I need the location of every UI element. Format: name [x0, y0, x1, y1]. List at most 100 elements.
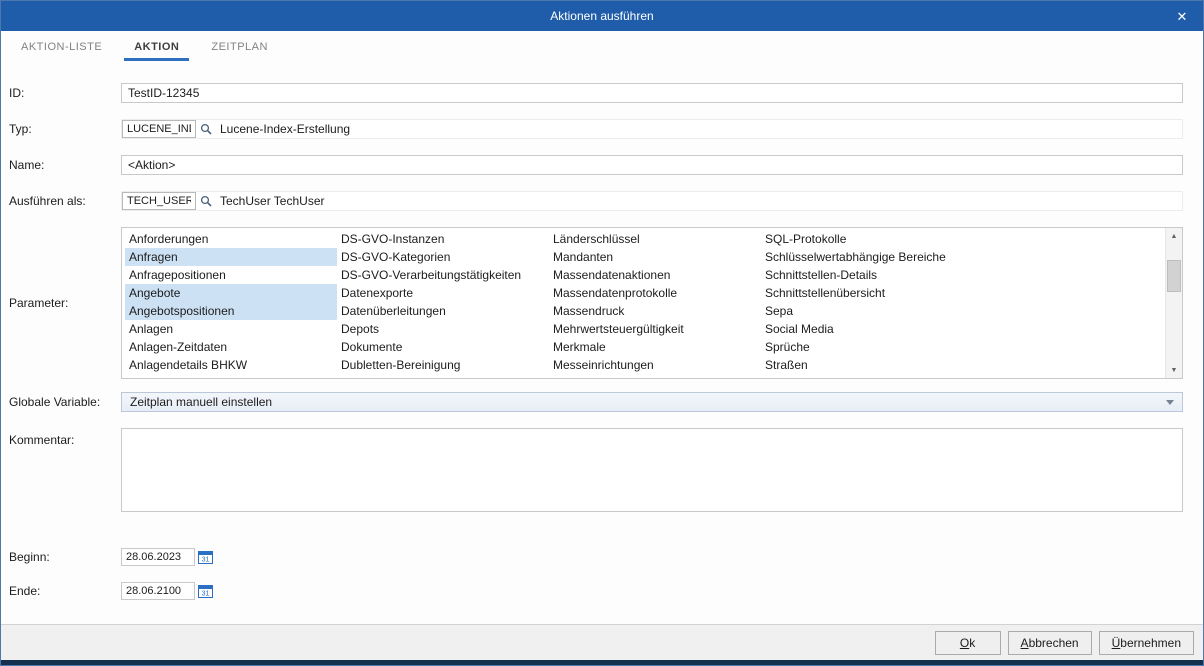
- title-bar: Aktionen ausführen ✕: [1, 1, 1203, 31]
- uebernehmen-button-accesskey: Ü: [1112, 636, 1121, 650]
- name-input[interactable]: [121, 155, 1183, 175]
- close-button[interactable]: ✕: [1167, 1, 1197, 31]
- parameter-item[interactable]: SQL-Protokolle: [761, 230, 973, 248]
- ok-button-accesskey: O: [960, 636, 969, 650]
- scrollbar-thumb[interactable]: [1167, 260, 1181, 292]
- footer-bar: Ok Abbrechen Übernehmen: [1, 624, 1203, 660]
- beginn-calendar-button[interactable]: 31: [198, 550, 213, 564]
- parameter-item[interactable]: DS-GVO-Instanzen: [337, 230, 549, 248]
- parameter-column: AnforderungenAnfragenAnfragepositionenAn…: [125, 230, 337, 378]
- ausfuehren-als-display-text: TechUser TechUser: [220, 194, 324, 208]
- globale-variable-row: Globale Variable: Zeitplan manuell einst…: [9, 392, 1183, 412]
- parameter-item[interactable]: Mieteinheiten: [549, 374, 761, 378]
- search-icon: [200, 195, 213, 208]
- parameter-item[interactable]: Streitfälle: [761, 374, 973, 378]
- parameter-item[interactable]: Straßen: [761, 356, 973, 374]
- parameter-item[interactable]: DS-GVO-Verarbeitungstätigkeiten: [337, 266, 549, 284]
- kommentar-row: Kommentar:: [9, 428, 1183, 512]
- parameter-item[interactable]: Länderschlüssel: [549, 230, 761, 248]
- ausfuehren-als-label: Ausführen als:: [9, 194, 121, 208]
- globale-variable-label: Globale Variable:: [9, 395, 121, 409]
- window-title: Aktionen ausführen: [550, 9, 653, 23]
- typ-label: Typ:: [9, 122, 121, 136]
- beginn-label: Beginn:: [9, 550, 121, 564]
- parameter-item[interactable]: Anfragen: [125, 248, 337, 266]
- globale-variable-value: Zeitplan manuell einstellen: [130, 395, 272, 409]
- parameter-item[interactable]: Sprüche: [761, 338, 973, 356]
- ausfuehren-als-lookup-button[interactable]: [196, 192, 216, 210]
- globale-variable-dropdown[interactable]: Zeitplan manuell einstellen: [121, 392, 1183, 412]
- typ-code-input[interactable]: [122, 120, 196, 138]
- parameter-item[interactable]: Dubletten-Bereinigung: [337, 356, 549, 374]
- parameter-item[interactable]: Anlagendetails BHKW: [125, 356, 337, 374]
- id-label: ID:: [9, 86, 121, 100]
- parameter-item[interactable]: Massendruck: [549, 302, 761, 320]
- tab-zeitplan[interactable]: ZEITPLAN: [201, 35, 278, 61]
- parameter-item[interactable]: Massendatenaktionen: [549, 266, 761, 284]
- ende-date-input[interactable]: [121, 582, 195, 600]
- ok-button-label: k: [969, 636, 975, 650]
- ende-label: Ende:: [9, 584, 121, 598]
- typ-lookup-button[interactable]: [196, 120, 216, 138]
- parameter-column: LänderschlüsselMandantenMassendatenaktio…: [549, 230, 761, 378]
- uebernehmen-button[interactable]: Übernehmen: [1099, 631, 1194, 655]
- dialog-aktionen-ausfuehren: Aktionen ausführen ✕ AKTION-LISTE AKTION…: [0, 0, 1204, 666]
- window-bottom-edge: [1, 660, 1203, 665]
- tab-aktion-liste[interactable]: AKTION-LISTE: [11, 35, 112, 61]
- parameter-item[interactable]: Dubletten-Konfiguration: [337, 374, 549, 378]
- parameter-item[interactable]: Messeinrichtungen: [549, 356, 761, 374]
- ende-calendar-button[interactable]: 31: [198, 584, 213, 598]
- parameter-item[interactable]: Social Media: [761, 320, 973, 338]
- svg-text:31: 31: [202, 557, 210, 564]
- ausfuehren-als-code-input[interactable]: [122, 192, 196, 210]
- scroll-down-icon[interactable]: ▼: [1166, 362, 1182, 378]
- parameter-label: Parameter:: [9, 296, 121, 310]
- calendar-icon: 31: [198, 550, 213, 564]
- uebernehmen-button-label: bernehmen: [1120, 636, 1181, 650]
- scroll-up-icon[interactable]: ▲: [1166, 228, 1182, 244]
- parameter-item[interactable]: Depots: [337, 320, 549, 338]
- parameter-column: SQL-ProtokolleSchlüsselwertabhängige Ber…: [761, 230, 973, 378]
- close-icon: ✕: [1177, 10, 1188, 23]
- beginn-date-input[interactable]: [121, 548, 195, 566]
- form-area: ID: Typ: Lucene-Index-Erstellung Name:: [1, 61, 1203, 624]
- parameter-item[interactable]: Schnittstellen-Details: [761, 266, 973, 284]
- typ-row: Typ: Lucene-Index-Erstellung: [9, 119, 1183, 139]
- parameter-item[interactable]: Merkmale: [549, 338, 761, 356]
- kommentar-textarea[interactable]: [121, 428, 1183, 512]
- parameter-item[interactable]: Schnittstellenübersicht: [761, 284, 973, 302]
- parameter-scrollbar[interactable]: ▲ ▼: [1165, 228, 1182, 378]
- parameter-item[interactable]: Anforderungen: [125, 230, 337, 248]
- parameter-item[interactable]: Datenexporte: [337, 284, 549, 302]
- typ-display-text: Lucene-Index-Erstellung: [220, 122, 350, 136]
- search-icon: [200, 123, 213, 136]
- parameter-item[interactable]: Schlüsselwertabhängige Bereiche: [761, 248, 973, 266]
- name-row: Name:: [9, 155, 1183, 175]
- abbrechen-button[interactable]: Abbrechen: [1008, 631, 1092, 655]
- tab-aktion[interactable]: AKTION: [124, 35, 189, 61]
- parameter-item[interactable]: Massendatenprotokolle: [549, 284, 761, 302]
- parameter-item[interactable]: Mehrwertsteuergültigkeit: [549, 320, 761, 338]
- scrollbar-track[interactable]: [1166, 244, 1182, 362]
- chevron-down-icon: [1166, 400, 1174, 405]
- parameter-item[interactable]: Datenüberleitungen: [337, 302, 549, 320]
- parameter-item[interactable]: Anlagen-Zeitdaten: [125, 338, 337, 356]
- parameter-item[interactable]: Anlagendetails PV-Anlage: [125, 374, 337, 378]
- ok-button[interactable]: Ok: [935, 631, 1001, 655]
- calendar-icon: 31: [198, 584, 213, 598]
- ende-row: Ende: 31: [9, 582, 1183, 600]
- id-input[interactable]: [121, 83, 1183, 103]
- name-label: Name:: [9, 158, 121, 172]
- beginn-row: Beginn: 31: [9, 548, 1183, 566]
- parameter-item[interactable]: Angebotspositionen: [125, 302, 337, 320]
- parameter-item[interactable]: Dokumente: [337, 338, 549, 356]
- parameter-item[interactable]: Angebote: [125, 284, 337, 302]
- parameter-item[interactable]: Sepa: [761, 302, 973, 320]
- parameter-item[interactable]: Anfragepositionen: [125, 266, 337, 284]
- parameter-item[interactable]: DS-GVO-Kategorien: [337, 248, 549, 266]
- typ-lookup-field: Lucene-Index-Erstellung: [121, 119, 1183, 139]
- parameter-item[interactable]: Mandanten: [549, 248, 761, 266]
- parameter-row: Parameter: AnforderungenAnfragenAnfragep…: [9, 227, 1183, 379]
- parameter-columns: AnforderungenAnfragenAnfragepositionenAn…: [122, 228, 1165, 378]
- parameter-item[interactable]: Anlagen: [125, 320, 337, 338]
